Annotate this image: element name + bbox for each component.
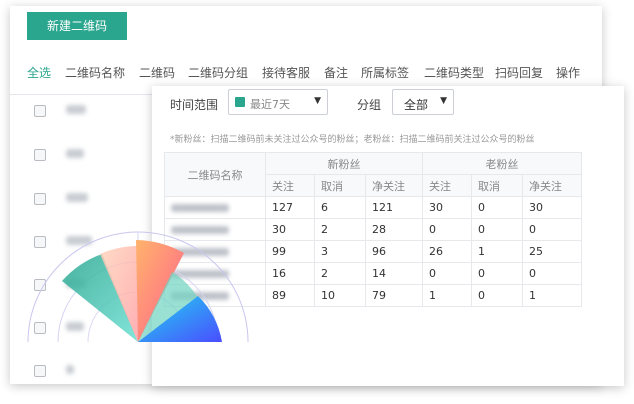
subheader-unfollow: 取消 <box>471 174 523 197</box>
subheader-net: 净关注 <box>365 174 423 197</box>
cell: 25 <box>522 240 582 263</box>
column-tags: 所属标签 <box>361 66 410 80</box>
subheader-unfollow: 取消 <box>314 174 366 197</box>
column-qrcode: 二维码 <box>139 66 176 80</box>
cell: 14 <box>365 262 423 285</box>
cell: 2 <box>314 218 366 241</box>
cell: 0 <box>522 262 582 285</box>
group-label: 分组 <box>357 98 382 112</box>
blurred-qrcode-name <box>164 196 266 219</box>
cell: 10 <box>314 284 366 307</box>
row-checkbox[interactable] <box>34 365 46 377</box>
cell: 2 <box>314 262 366 285</box>
group-value: 全部 <box>404 98 429 112</box>
cell: 28 <box>365 218 423 241</box>
time-range-label: 时间范围 <box>170 98 219 112</box>
new-fans-header: 新粉丝 <box>265 152 423 175</box>
cell: 79 <box>365 284 423 307</box>
time-range-value: 最近7天 <box>250 98 290 111</box>
old-fans-header: 老粉丝 <box>422 152 582 175</box>
cell: 96 <box>365 240 423 263</box>
select-all-checkbox-label[interactable]: 全选 <box>27 64 51 81</box>
cell: 3 <box>314 240 366 263</box>
row-checkbox[interactable] <box>34 149 46 161</box>
cell: 0 <box>471 262 523 285</box>
chevron-down-icon: ▼ <box>440 96 447 106</box>
new-qrcode-button[interactable]: 新建二维码 <box>27 12 127 40</box>
cell: 16 <box>265 262 315 285</box>
cell: 99 <box>265 240 315 263</box>
table-row: 127 6 121 30 0 30 <box>164 196 582 219</box>
time-range-select[interactable]: 最近7天 ▼ <box>228 89 328 115</box>
column-reception-agent: 接待客服 <box>262 66 311 80</box>
cell: 127 <box>265 196 315 219</box>
column-qrcode-group: 二维码分组 <box>188 66 249 80</box>
cell: 26 <box>422 240 472 263</box>
column-qrcode-type: 二维码类型 <box>424 66 485 80</box>
group-select[interactable]: 全部 ▼ <box>392 89 454 115</box>
cell: 0 <box>471 218 523 241</box>
subheader-follow: 关注 <box>265 174 315 197</box>
cell: 6 <box>314 196 366 219</box>
cell: 30 <box>522 196 582 219</box>
calendar-icon <box>235 97 245 107</box>
blurred-name <box>66 193 88 202</box>
fans-definition-note: *新粉丝：扫描二维码前未关注过公众号的粉丝；老粉丝：扫描二维码前关注过公众号的粉… <box>170 135 535 145</box>
cell: 1 <box>522 284 582 307</box>
row-checkbox[interactable] <box>34 193 46 205</box>
cell: 30 <box>422 196 472 219</box>
column-scan-reply: 扫码回复 <box>495 66 544 80</box>
subheader-net: 净关注 <box>522 174 582 197</box>
cell: 1 <box>471 240 523 263</box>
cell: 121 <box>365 196 423 219</box>
column-remark: 备注 <box>324 66 349 80</box>
cell: 0 <box>422 262 472 285</box>
cell: 1 <box>422 284 472 307</box>
row-checkbox[interactable] <box>34 105 46 117</box>
cell: 0 <box>471 284 523 307</box>
blurred-name <box>66 105 86 114</box>
rose-chart-decoration <box>27 231 249 343</box>
cell: 0 <box>522 218 582 241</box>
blurred-name <box>66 365 74 374</box>
cell: 30 <box>265 218 315 241</box>
name-column-header: 二维码名称 <box>164 152 266 197</box>
column-qrcode-name: 二维码名称 <box>65 66 126 80</box>
blurred-name <box>66 149 84 158</box>
subheader-follow: 关注 <box>422 174 472 197</box>
cell: 89 <box>265 284 315 307</box>
cell: 0 <box>422 218 472 241</box>
column-actions: 操作 <box>556 66 581 80</box>
chevron-down-icon: ▼ <box>314 96 321 106</box>
cell: 0 <box>471 196 523 219</box>
